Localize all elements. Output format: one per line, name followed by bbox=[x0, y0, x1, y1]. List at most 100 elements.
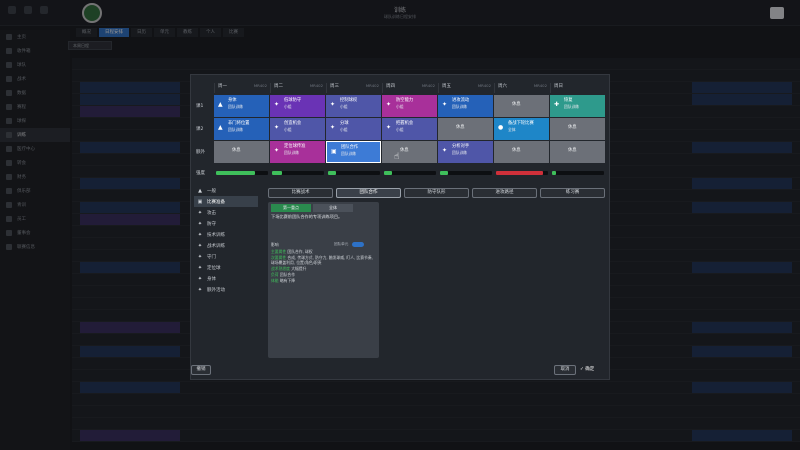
session-cell[interactable]: ✦ 分球 小组 bbox=[326, 118, 381, 140]
intensity-label: 强度 bbox=[196, 171, 205, 176]
session-type-icon: ✦ bbox=[330, 124, 336, 131]
effect-value: 略有下降 bbox=[279, 277, 295, 283]
cancel-button[interactable]: 取消 bbox=[554, 365, 576, 375]
session-subtitle: 全体 bbox=[508, 127, 516, 132]
category-label: 定位球 bbox=[207, 265, 221, 271]
day-label: 周日 bbox=[554, 84, 563, 89]
session-row-label: 课1 bbox=[196, 104, 204, 109]
category-item[interactable]: ✦ 防守 bbox=[194, 218, 258, 229]
session-type-icon: ● bbox=[498, 124, 504, 131]
category-list: ▲ 一般 ▣ 比赛准备 ✦ 攻击 ✦ 防守 ✦ 技术训练 ✦ 战术训练 ✦ 守门 ✦ 定位球 ✦ 身体 ✦ 额外活动 bbox=[194, 185, 258, 295]
session-subtab[interactable]: 练习赛 bbox=[540, 188, 605, 198]
intensity-bar bbox=[496, 171, 548, 175]
effect-key: 体能 bbox=[271, 277, 279, 283]
category-item[interactable]: ✦ 守门 bbox=[194, 251, 258, 262]
session-cell[interactable]: 休息 bbox=[494, 95, 549, 117]
session-cell[interactable]: 休息 bbox=[382, 141, 437, 163]
session-title: 休息 bbox=[512, 148, 521, 153]
session-cell[interactable]: ✚ 恢复 团队训练 bbox=[550, 95, 605, 117]
intensity-bar bbox=[328, 171, 380, 175]
effect-key: 战术熟悉度 bbox=[271, 266, 290, 272]
session-type-icon: ✦ bbox=[274, 147, 280, 154]
session-cell[interactable]: 休息 bbox=[214, 141, 269, 163]
category-item[interactable]: ✦ 定位球 bbox=[194, 262, 258, 273]
session-cell[interactable]: ✦ 把握机会 小组 bbox=[382, 118, 437, 140]
effect-key: 负荷 bbox=[271, 271, 279, 277]
category-item[interactable]: ▲ 一般 bbox=[194, 185, 258, 196]
rest-icon bbox=[498, 102, 504, 108]
session-cell[interactable]: ▲ 非门将位置 团队训练 bbox=[214, 118, 269, 140]
session-subtab[interactable]: 防守队形 bbox=[404, 188, 469, 198]
rest-icon bbox=[218, 148, 224, 154]
session-subtitle: 小组 bbox=[340, 104, 348, 109]
category-item[interactable]: ▣ 比赛准备 bbox=[194, 196, 258, 207]
category-icon: ✦ bbox=[197, 242, 203, 249]
day-label: 周六 bbox=[498, 84, 507, 89]
intensity-bar-fill bbox=[384, 171, 392, 175]
effect-line: 次要属性 合成, 传球方式, 防守力, 触发球威, 盯人, 比赛节奏, 球场覆盖… bbox=[271, 255, 377, 267]
session-title: 休息 bbox=[400, 148, 409, 153]
session-effects: 影响 主要属性 团队合作, 球权 次要属性 合成, 传球方式, 防守力, 触发球威… bbox=[271, 242, 377, 284]
undo-button[interactable]: 撤销 bbox=[191, 365, 211, 375]
session-cell[interactable]: ▣ 团队合作 团队训练 bbox=[326, 141, 381, 163]
category-item[interactable]: ✦ 战术训练 bbox=[194, 240, 258, 251]
day-label: 周五 bbox=[442, 84, 451, 89]
session-type-icon: ✦ bbox=[442, 147, 448, 154]
session-cell[interactable]: 休息 bbox=[550, 141, 605, 163]
effect-value: 大幅提升 bbox=[291, 266, 307, 272]
session-subtab[interactable]: 比赛战术 bbox=[268, 188, 333, 198]
intensity-bar bbox=[552, 171, 604, 175]
category-item[interactable]: ✦ 攻击 bbox=[194, 207, 258, 218]
tab-all[interactable]: 全体 bbox=[313, 204, 353, 212]
session-subtitle: 小组 bbox=[396, 127, 404, 132]
session-subtab[interactable]: 团队合作 bbox=[336, 188, 401, 198]
session-row-label: 额外 bbox=[196, 150, 205, 155]
confirm-button[interactable]: ✓ 确定 bbox=[580, 365, 606, 375]
session-cell[interactable]: 休息 bbox=[438, 118, 493, 140]
day-label: 周四 bbox=[386, 84, 395, 89]
category-label: 防守 bbox=[207, 221, 216, 227]
session-cell[interactable]: ✦ 控制球权 小组 bbox=[326, 95, 381, 117]
session-cell[interactable]: 休息 bbox=[550, 118, 605, 140]
session-cell[interactable]: ✦ 创造机会 小组 bbox=[270, 118, 325, 140]
session-cell[interactable]: ✦ 防空能力 小组 bbox=[382, 95, 437, 117]
session-cell[interactable]: ✦ 进攻流动 团队训练 bbox=[438, 95, 493, 117]
session-type-icon: ▣ bbox=[331, 148, 337, 155]
category-label: 攻击 bbox=[207, 210, 216, 216]
category-icon: ▲ bbox=[198, 187, 202, 194]
day-header: 周三 MR402 bbox=[326, 83, 382, 93]
effect-value: 团队合作, 球权 bbox=[287, 248, 313, 254]
session-cell[interactable]: ● 备战下轮比赛 全体 bbox=[494, 118, 549, 140]
session-cell[interactable]: ✦ 定位球传准 团队训练 bbox=[270, 141, 325, 163]
training-session-modal: 周一 MR402 周二 MR402 周三 MR402 周四 MR402 周五 MR402 周六 MR4… bbox=[190, 74, 610, 380]
category-label: 战术训练 bbox=[207, 243, 225, 249]
category-item[interactable]: ✦ 身体 bbox=[194, 273, 258, 284]
session-title: 休息 bbox=[568, 148, 577, 153]
category-item[interactable]: ✦ 技术训练 bbox=[194, 229, 258, 240]
session-cell[interactable]: ✦ 分析对手 团队训练 bbox=[438, 141, 493, 163]
day-note: MR402 bbox=[365, 83, 379, 88]
category-label: 一般 bbox=[207, 188, 216, 194]
rest-icon bbox=[498, 148, 504, 154]
session-cell[interactable]: 休息 bbox=[494, 141, 549, 163]
day-header: 周一 MR402 bbox=[214, 83, 270, 93]
day-label: 周三 bbox=[330, 84, 339, 89]
intensity-bar-fill bbox=[272, 171, 283, 175]
session-type-icon: ✦ bbox=[274, 101, 280, 108]
session-subtitle: 团队训练 bbox=[284, 150, 300, 155]
session-detail-panel: 第一重点 全体 下场比赛前团队合作的专项训练项目。 影响 主要属性 团队合作, … bbox=[268, 202, 379, 358]
category-icon: ✦ bbox=[197, 286, 203, 293]
team-unit-toggle[interactable] bbox=[352, 242, 364, 247]
day-label: 周二 bbox=[274, 84, 283, 89]
category-item[interactable]: ✦ 额外活动 bbox=[194, 284, 258, 295]
session-subtab[interactable]: 进攻路径 bbox=[472, 188, 537, 198]
intensity-bar bbox=[216, 171, 268, 175]
day-header: 周日 bbox=[550, 83, 606, 93]
session-cell[interactable]: ▲ 身体 团队训练 bbox=[214, 95, 269, 117]
session-cell[interactable]: ✦ 低球防守 小组 bbox=[270, 95, 325, 117]
tab-primary-focus[interactable]: 第一重点 bbox=[271, 204, 311, 212]
category-icon: ✦ bbox=[197, 209, 203, 216]
session-type-icon: ✦ bbox=[386, 124, 392, 131]
intensity-bar-fill bbox=[328, 171, 336, 175]
intensity-bar-fill bbox=[440, 171, 448, 175]
